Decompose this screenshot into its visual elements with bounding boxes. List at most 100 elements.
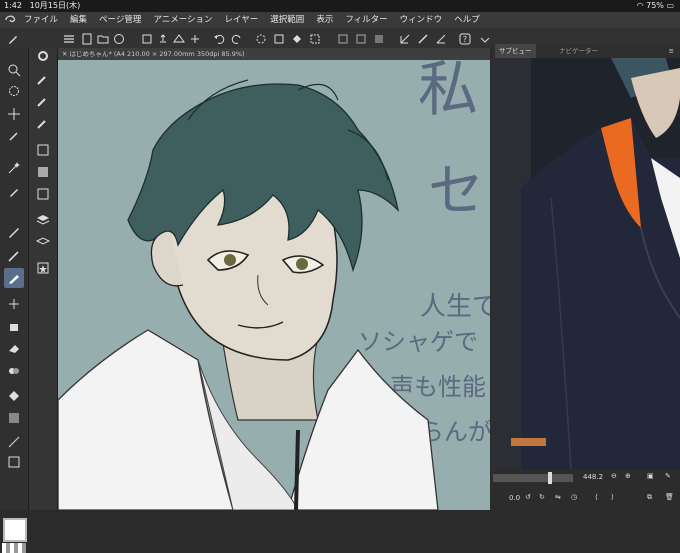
next-image-icon[interactable]: ⟩: [611, 493, 614, 501]
line-icon[interactable]: [6, 434, 22, 450]
new-file-icon[interactable]: [80, 31, 94, 45]
subtool-a-icon[interactable]: [35, 72, 51, 88]
flip-icon[interactable]: ⇋: [555, 493, 561, 501]
fill-bucket-icon[interactable]: [6, 388, 22, 404]
subtool-c-icon[interactable]: [35, 116, 51, 132]
fill-icon[interactable]: [290, 31, 304, 45]
help-icon[interactable]: ?: [458, 31, 472, 45]
illustration: 私 セ 人生で ソシャゲで 声も性能 命らんが: [58, 60, 490, 510]
battery-icon: ▭: [666, 1, 674, 10]
wifi-icon: ◠: [636, 1, 644, 10]
menu-filter[interactable]: フィルター: [345, 12, 387, 28]
tab-subview[interactable]: サブビュー: [495, 44, 536, 58]
delete-icon[interactable]: 🗑: [665, 493, 674, 501]
subtool-b-icon[interactable]: [35, 94, 51, 110]
subview-tab-label: サブビュー: [499, 47, 532, 55]
pen-icon[interactable]: [6, 224, 22, 240]
menu-help[interactable]: ヘルプ: [454, 12, 480, 28]
eyedropper-small-icon[interactable]: [6, 128, 22, 144]
frame-icon[interactable]: [6, 454, 22, 470]
menu-layer[interactable]: レイヤー: [225, 12, 259, 28]
menu-edit[interactable]: 編集: [70, 12, 87, 28]
pen-settings-icon[interactable]: [434, 31, 448, 45]
undo-icon[interactable]: [212, 31, 226, 45]
pen-tool-icon[interactable]: [6, 31, 20, 45]
lasso-icon[interactable]: [6, 84, 22, 100]
select-all-icon[interactable]: [336, 31, 350, 45]
brush-settings-icon[interactable]: [416, 31, 430, 45]
menu-window[interactable]: ウィンドウ: [400, 12, 443, 28]
eyedropper-toggle-icon[interactable]: ✎: [665, 472, 671, 480]
navigator-tab-label: ナビゲーター: [559, 47, 598, 55]
prev-image-icon[interactable]: ⟨: [595, 493, 598, 501]
layer-property-icon[interactable]: [35, 142, 51, 158]
zoom-value: 448.2: [583, 473, 604, 481]
drawing-canvas[interactable]: 私 セ 人生で ソシャゲで 声も性能 命らんが: [58, 60, 490, 510]
color-set-icon[interactable]: [35, 164, 51, 180]
invert-selection-icon[interactable]: [372, 31, 386, 45]
menu-page[interactable]: ページ管理: [99, 12, 141, 28]
zoom-slider[interactable]: [493, 472, 573, 484]
cloud-icon[interactable]: [112, 31, 126, 45]
pencil-icon[interactable]: [6, 248, 22, 264]
eyedropper-icon[interactable]: [6, 184, 22, 200]
close-tab-icon[interactable]: ✕: [62, 50, 67, 58]
menu-selection[interactable]: 選択範囲: [270, 12, 304, 28]
settings-icon[interactable]: [188, 31, 202, 45]
transform-icon[interactable]: [308, 31, 322, 45]
transparent-color-swatch[interactable]: [2, 543, 26, 553]
reset-icon[interactable]: ◷: [571, 493, 577, 501]
rotate-left-icon[interactable]: ↺: [525, 493, 531, 501]
loading-icon[interactable]: [254, 31, 268, 45]
menu-view[interactable]: 表示: [316, 12, 333, 28]
zoom-out-icon[interactable]: ⊖: [611, 472, 617, 480]
main-color-swatch[interactable]: [3, 518, 27, 542]
hamburger-menu-icon[interactable]: [62, 31, 76, 45]
decoration-icon[interactable]: [6, 296, 22, 312]
open-file-icon[interactable]: [96, 31, 110, 45]
move-icon[interactable]: [6, 106, 22, 122]
magic-wand-icon[interactable]: [6, 160, 22, 176]
clear-icon[interactable]: [272, 31, 286, 45]
battery-percent: 75%: [646, 1, 664, 10]
handwriting-2: セ: [428, 159, 484, 224]
tab-navigator[interactable]: ナビゲーター: [555, 44, 602, 58]
rotation-value: 0.0: [509, 494, 521, 502]
print-icon[interactable]: [172, 31, 186, 45]
app-logo-icon[interactable]: [4, 14, 18, 26]
ruler-icon[interactable]: [398, 31, 412, 45]
layers-icon[interactable]: [35, 212, 51, 228]
history-icon[interactable]: [35, 186, 51, 202]
export-icon[interactable]: [156, 31, 170, 45]
import-image-icon[interactable]: ▣: [647, 472, 654, 480]
settings-gear-icon[interactable]: [35, 48, 51, 64]
material-icon[interactable]: [35, 260, 51, 276]
deselect-icon[interactable]: [354, 31, 368, 45]
document-tab[interactable]: ✕ はじめちゃん* (A4 210.00 × 297.00mm 350dpi 8…: [58, 48, 490, 60]
collapse-icon[interactable]: [478, 32, 492, 46]
copy-icon[interactable]: ⧉: [647, 493, 652, 502]
zoom-icon[interactable]: [6, 62, 22, 78]
menu-file[interactable]: ファイル: [24, 12, 58, 28]
zoom-slider-handle[interactable]: [548, 472, 552, 484]
subview-controls: 448.2 ⊖ ⊕ ▣ ✎ 0.0 ↺ ↻ ⇋ ◷ ⟨ ⟩ ⧉ 🗑: [491, 470, 680, 510]
right-panel-tabs: サブビュー ナビゲーター ≡: [491, 44, 680, 58]
redo-icon[interactable]: [230, 31, 244, 45]
zoom-in-icon[interactable]: ⊕: [625, 472, 631, 480]
save-icon[interactable]: [140, 31, 154, 45]
menu-bar: ファイル 編集 ページ管理 アニメーション レイヤー 選択範囲 表示 フィルター…: [0, 12, 680, 28]
blend-icon[interactable]: [6, 362, 22, 378]
airbrush-icon[interactable]: [6, 318, 22, 334]
subview-panel[interactable]: [491, 58, 680, 470]
status-time: 1:42: [4, 1, 22, 10]
brush-icon[interactable]: [4, 268, 24, 288]
handwriting-3: 人生で: [420, 292, 490, 322]
gradient-icon[interactable]: [6, 410, 22, 426]
panel-menu-icon[interactable]: ≡: [669, 44, 674, 58]
rotate-right-icon[interactable]: ↻: [539, 493, 545, 501]
layer-stack-icon[interactable]: [35, 234, 51, 250]
eraser-icon[interactable]: [6, 340, 22, 356]
reference-image: [491, 58, 680, 470]
status-right: ◠ 75% ▭: [637, 0, 674, 12]
menu-animation[interactable]: アニメーション: [153, 12, 212, 28]
